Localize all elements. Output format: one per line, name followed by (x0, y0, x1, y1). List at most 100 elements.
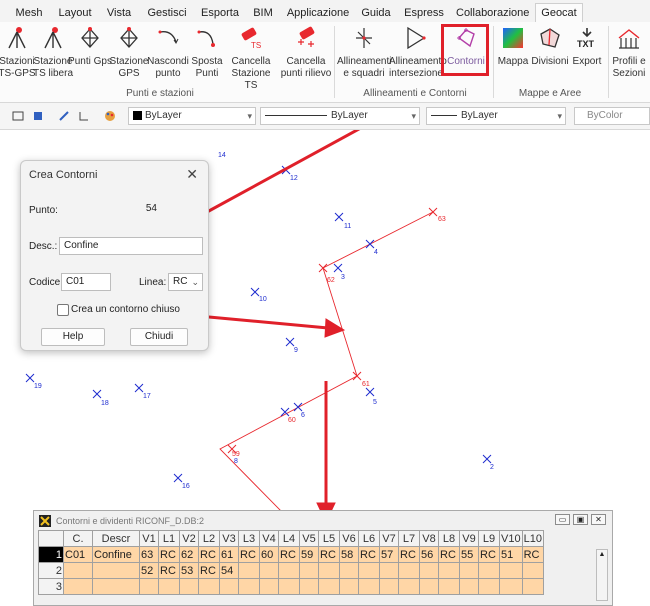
column-header[interactable]: L3 (238, 530, 260, 547)
table-cell[interactable]: RC (318, 546, 340, 563)
contour-point-60[interactable]: 60 (288, 417, 296, 424)
tab-espress[interactable]: Espress (403, 4, 445, 22)
table-cell[interactable] (478, 578, 500, 595)
column-header[interactable]: V5 (299, 530, 319, 547)
column-header[interactable]: V9 (459, 530, 479, 547)
table-cell[interactable]: RC (398, 546, 420, 563)
table-cell[interactable]: 55 (459, 546, 479, 563)
survey-point-5[interactable]: 5 (365, 387, 377, 406)
table-cell[interactable]: 58 (339, 546, 359, 563)
table-cell[interactable]: RC (238, 546, 260, 563)
restore-button[interactable]: ▣ (573, 514, 588, 525)
vertical-scrollbar[interactable]: ▲ (596, 549, 608, 601)
table-cell[interactable]: RC (198, 546, 220, 563)
table-cell[interactable] (63, 578, 93, 595)
table-cell[interactable] (499, 562, 523, 579)
table-cell[interactable]: 56 (419, 546, 439, 563)
table-cell[interactable] (398, 578, 420, 595)
table-cell[interactable]: RC (198, 562, 220, 579)
chiudi-button[interactable]: Chiudi (130, 328, 188, 346)
table-cell[interactable]: 57 (379, 546, 399, 563)
table-cell[interactable]: 60 (259, 546, 279, 563)
table-cell[interactable] (358, 578, 380, 595)
column-header[interactable]: V8 (419, 530, 439, 547)
survey-point-19[interactable]: 19 (25, 373, 42, 390)
help-button[interactable]: Help (41, 328, 105, 346)
table-cell[interactable]: 59 (299, 546, 319, 563)
table-row[interactable]: 2 52 RC 53 RC 54 (38, 562, 544, 579)
column-header[interactable]: V10 (499, 530, 523, 547)
table-cell[interactable]: RC (158, 546, 180, 563)
column-header[interactable]: L1 (158, 530, 180, 547)
tab-layout[interactable]: Layout (55, 4, 95, 22)
color-combo[interactable]: ByLayer ▾ (128, 107, 256, 125)
table-cell[interactable] (438, 562, 460, 579)
allineamenti-squadri-button[interactable]: Allineamenti e squadri (337, 24, 391, 86)
linetype-combo[interactable]: ByLayer ▾ (260, 107, 420, 125)
table-cell[interactable]: RC (521, 546, 544, 563)
allineamento-intersezione-button[interactable]: Allineamento intersezione (389, 24, 447, 86)
survey-point-10[interactable]: 10 (250, 287, 267, 303)
contour-point-62[interactable]: 62 (318, 263, 335, 284)
table-cell[interactable] (63, 562, 93, 579)
column-header[interactable]: L5 (318, 530, 340, 547)
table-cell[interactable]: RC (478, 546, 500, 563)
table-cell[interactable] (419, 578, 439, 595)
table-cell[interactable]: RC (438, 546, 460, 563)
table-cell[interactable] (278, 578, 300, 595)
column-header[interactable]: V7 (379, 530, 399, 547)
row-header[interactable]: 3 (38, 578, 64, 595)
desc-input[interactable]: Confine (59, 237, 203, 255)
table-cell[interactable] (521, 562, 544, 579)
table-cell[interactable]: 54 (219, 562, 239, 579)
table-cell[interactable]: 52 (139, 562, 159, 579)
scroll-up-icon[interactable]: ▲ (597, 550, 607, 560)
table-cell[interactable] (419, 562, 439, 579)
codice-input[interactable]: C01 (61, 273, 111, 291)
table-cell[interactable] (459, 562, 479, 579)
table-cell[interactable] (478, 562, 500, 579)
tab-esporta[interactable]: Esporta (198, 4, 242, 22)
plotstyle-combo[interactable]: ByColor (574, 107, 650, 125)
table-cell[interactable]: 53 (179, 562, 199, 579)
survey-point-4[interactable]: 4 (365, 239, 378, 256)
table-cell[interactable] (259, 578, 279, 595)
table-cell[interactable] (379, 578, 399, 595)
column-header[interactable]: Descr (92, 530, 140, 547)
survey-point-17[interactable]: 17 (134, 383, 151, 400)
close-icon[interactable]: ✕ (186, 166, 198, 183)
table-cell[interactable]: C01 (63, 546, 93, 563)
table-cell[interactable] (219, 578, 239, 595)
column-header[interactable]: L8 (438, 530, 460, 547)
match-properties-icon[interactable] (58, 110, 70, 122)
survey-point-14[interactable]: 14 (218, 152, 226, 159)
table-cell[interactable]: Confine (92, 546, 140, 563)
table-cell[interactable]: 63 (139, 546, 159, 563)
linea-select[interactable]: RC ⌄ (168, 273, 203, 291)
lineweight-combo[interactable]: ByLayer ▾ (426, 107, 566, 125)
table-cell[interactable]: RC (278, 546, 300, 563)
survey-point-11[interactable]: 11 (334, 212, 351, 230)
column-header[interactable]: L6 (358, 530, 380, 547)
quick-select-icon[interactable] (78, 110, 90, 122)
table-cell[interactable] (339, 562, 359, 579)
tab-mesh[interactable]: Mesh (12, 4, 46, 22)
contour-point-63[interactable]: 63 (428, 207, 446, 223)
contour-point-59[interactable]: 59 (227, 444, 240, 458)
closed-contour-checkbox[interactable] (57, 304, 69, 316)
table-cell[interactable] (521, 578, 544, 595)
tab-applicazione[interactable]: Applicazione (286, 4, 350, 22)
table-cell[interactable]: 62 (179, 546, 199, 563)
cancella-punti-rilievo-button[interactable]: Cancella punti rilievo (281, 24, 331, 86)
table-cell[interactable] (238, 578, 260, 595)
tab-guida[interactable]: Guida (360, 4, 392, 22)
row-header[interactable]: 1 (38, 546, 64, 563)
row-header[interactable]: 2 (38, 562, 64, 579)
layer-iso-icon[interactable] (32, 110, 44, 122)
table-cell[interactable] (179, 578, 199, 595)
column-header[interactable]: L9 (478, 530, 500, 547)
column-header[interactable]: V4 (259, 530, 279, 547)
column-header[interactable]: L4 (278, 530, 300, 547)
tab-geocat[interactable]: Geocat (535, 3, 583, 22)
cancella-stazione-ts-button[interactable]: TS Cancella Stazione TS (228, 24, 274, 91)
